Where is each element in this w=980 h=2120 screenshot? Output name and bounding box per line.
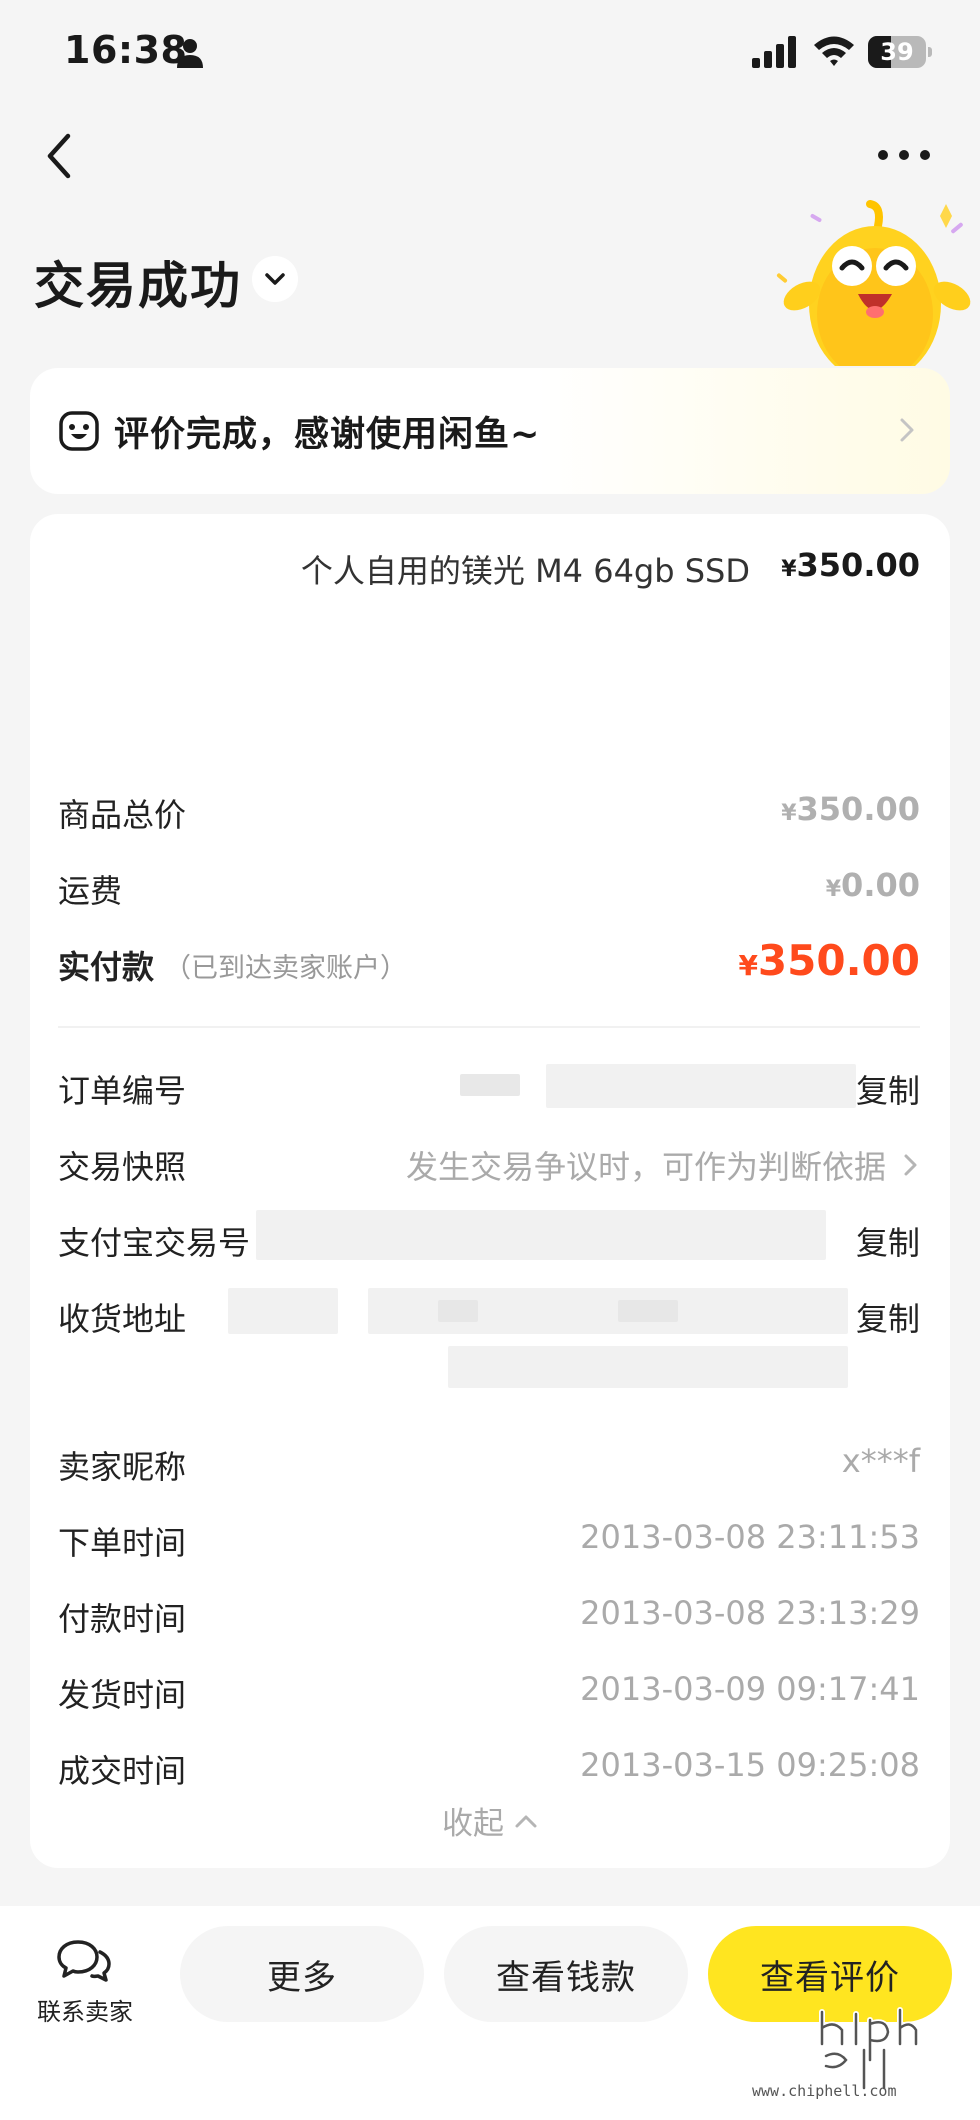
- copy-order-number-button[interactable]: 复制: [856, 1066, 920, 1112]
- chevron-up-icon: [515, 1815, 537, 1827]
- redacted-block: [618, 1300, 678, 1322]
- wifi-icon: [814, 36, 854, 66]
- order-time-label: 下单时间: [58, 1524, 187, 1562]
- seller-row: 卖家昵称 x***f: [58, 1436, 920, 1486]
- redacted-alipay-number: [256, 1210, 826, 1260]
- deal-time-label: 成交时间: [58, 1752, 187, 1790]
- title-dropdown-icon[interactable]: [252, 256, 298, 302]
- shipping-row: 运费 ¥0.00: [58, 860, 920, 910]
- status-time: 16:38: [64, 28, 188, 72]
- goods-total-label: 商品总价: [58, 796, 187, 834]
- chevron-right-icon: [904, 1154, 917, 1176]
- currency-symbol: ¥: [781, 801, 797, 826]
- order-card: 个人自用的镁光 M4 64gb SSD ¥350.00 商品总价 ¥350.00…: [30, 514, 950, 1868]
- chiphell-watermark: www.chiphell.com: [752, 2000, 972, 2110]
- actual-paid-label: 实付款: [58, 948, 155, 986]
- back-button[interactable]: [36, 126, 86, 186]
- seller-label: 卖家昵称: [58, 1448, 187, 1486]
- alipay-number-label: 支付宝交易号: [58, 1224, 251, 1262]
- shipping-label: 运费: [58, 872, 123, 910]
- smile-face-icon: [59, 411, 99, 451]
- divider: [58, 1026, 920, 1028]
- alipay-number-row: 支付宝交易号 复制: [58, 1210, 920, 1264]
- goods-total-row: 商品总价 ¥350.00: [58, 784, 920, 834]
- address-label: 收货地址: [58, 1300, 187, 1338]
- snapshot-row[interactable]: 交易快照 发生交易争议时，可作为判断依据: [58, 1136, 920, 1186]
- ship-time-value: 2013-03-09 09:17:41: [580, 1670, 920, 1708]
- ship-time-row: 发货时间 2013-03-09 09:17:41: [58, 1664, 920, 1714]
- snapshot-hint: 发生交易争议时，可作为判断依据: [405, 1148, 886, 1186]
- order-time-row: 下单时间 2013-03-08 23:11:53: [58, 1512, 920, 1562]
- actual-paid-value: ¥350.00: [738, 936, 920, 985]
- more-actions-button[interactable]: 更多: [180, 1926, 424, 2022]
- snapshot-label: 交易快照: [58, 1148, 187, 1186]
- mascot-illustration: [776, 200, 971, 366]
- redacted-address-line2: [448, 1346, 848, 1388]
- watermark-url: www.chiphell.com: [752, 2082, 897, 2100]
- order-number-label: 订单编号: [58, 1072, 187, 1110]
- pay-time-value: 2013-03-08 23:13:29: [580, 1594, 920, 1632]
- redacted-order-number: [546, 1064, 856, 1108]
- copy-address-button[interactable]: 复制: [856, 1294, 920, 1340]
- view-money-button[interactable]: 查看钱款: [444, 1926, 688, 2022]
- goods-total-amount: 350.00: [796, 790, 920, 828]
- shipping-amount: 0.00: [841, 866, 920, 904]
- contact-seller-label: 联系卖家: [37, 1998, 133, 2026]
- goods-total-value: ¥350.00: [781, 790, 920, 828]
- more-button[interactable]: [874, 140, 934, 170]
- product-name: 个人自用的镁光 M4 64gb SSD: [300, 552, 750, 590]
- collapse-button[interactable]: 收起: [30, 1798, 950, 1843]
- address-row: 收货地址 复制: [58, 1288, 920, 1418]
- contact-seller-button[interactable]: 联系卖家: [30, 1932, 140, 2032]
- deal-time-value: 2013-03-15 09:25:08: [580, 1746, 920, 1784]
- product-price: ¥350.00: [781, 546, 920, 584]
- review-banner[interactable]: 评价完成，感谢使用闲鱼~: [30, 368, 950, 494]
- chevron-right-icon: [900, 418, 914, 442]
- cellular-signal-icon: [752, 36, 796, 68]
- currency-symbol: ¥: [738, 949, 758, 982]
- ship-time-label: 发货时间: [58, 1676, 187, 1714]
- order-time-value: 2013-03-08 23:11:53: [580, 1518, 920, 1556]
- chiphell-logo: [819, 2007, 919, 2091]
- redacted-block: [460, 1074, 520, 1096]
- chat-bubbles-icon: [57, 1940, 111, 1982]
- person-icon: [177, 39, 203, 68]
- currency-symbol: ¥: [825, 877, 842, 902]
- redacted-block: [438, 1300, 478, 1322]
- deal-time-row: 成交时间 2013-03-15 09:25:08: [58, 1740, 920, 1790]
- battery-level: 39: [880, 38, 914, 66]
- product-price-value: 350.00: [796, 546, 920, 584]
- actual-paid-row: 实付款 （已到达卖家账户） ¥350.00: [58, 936, 920, 986]
- banner-text: 评价完成，感谢使用闲鱼~: [114, 415, 541, 455]
- redacted-address: [228, 1288, 338, 1334]
- pay-time-row: 付款时间 2013-03-08 23:13:29: [58, 1588, 920, 1638]
- shipping-value: ¥0.00: [826, 866, 920, 904]
- currency-symbol: ¥: [781, 557, 797, 582]
- seller-value: x***f: [841, 1442, 920, 1480]
- order-number-row: 订单编号 复制: [58, 1060, 920, 1110]
- pay-time-label: 付款时间: [58, 1600, 187, 1638]
- status-bar: 16:38 39: [0, 0, 980, 110]
- actual-paid-note: （已到达卖家账户）: [164, 953, 407, 984]
- battery-indicator: 39: [868, 36, 932, 68]
- page-title: 交易成功: [34, 257, 242, 315]
- copy-alipay-number-button[interactable]: 复制: [856, 1218, 920, 1264]
- collapse-label: 收起: [442, 1806, 504, 1842]
- actual-paid-amount: 350.00: [757, 936, 920, 985]
